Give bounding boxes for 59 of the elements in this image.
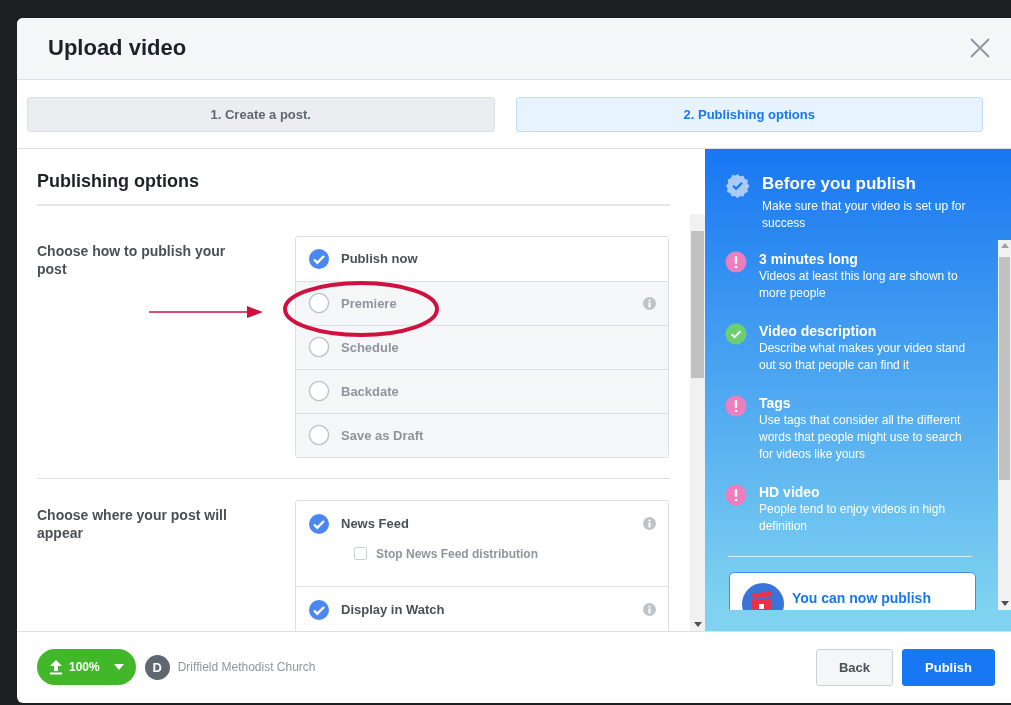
upload-icon: [49, 659, 63, 676]
scroll-down-icon[interactable]: [693, 622, 702, 628]
check-circle-icon[interactable]: [308, 512, 330, 535]
check-circle-icon: [725, 322, 747, 345]
back-button[interactable]: Back: [815, 648, 894, 686]
panel-title: Before you publish: [762, 173, 917, 194]
step-tab[interactable]: 2. Publishing options: [515, 96, 983, 132]
option-label[interactable]: Publish now: [341, 251, 656, 267]
step-tab[interactable]: 1. Create a post.: [27, 96, 495, 132]
check-circle-icon[interactable]: [308, 598, 330, 621]
tip-title: 3 minutes long: [759, 250, 859, 267]
dialog-title: Upload video: [48, 35, 187, 62]
tip-title: Tags: [759, 394, 792, 411]
promo-title: You can now publish: [792, 589, 931, 606]
option-label[interactable]: Save as Draft: [341, 427, 656, 443]
option-label[interactable]: Backdate: [341, 383, 656, 399]
tip-description: Videos at least this long are shown to more people: [759, 267, 959, 302]
placement-option[interactable]: Display in Watch: [341, 602, 445, 618]
scrollbar-thumb[interactable]: [691, 230, 704, 378]
close-button[interactable]: [969, 37, 991, 60]
field-label: Choose how to publish your post: [37, 241, 227, 278]
exclamation-icon: [725, 483, 747, 506]
publish-option[interactable]: Backdate: [296, 368, 668, 413]
panel-subtitle: Make sure that your video is set up for success: [762, 197, 967, 232]
promo-card[interactable]: You can now publish: [729, 571, 976, 610]
scroll-up-icon[interactable]: [1000, 243, 1009, 249]
page-name: Driffield Methodist Church: [177, 660, 317, 675]
field-label: Choose where your post will appear: [37, 505, 228, 542]
page-avatar: D: [144, 654, 170, 680]
scrollbar-thumb[interactable]: [999, 256, 1010, 480]
publish-option[interactable]: Save as Draft: [296, 412, 668, 457]
info-icon[interactable]: [643, 296, 656, 310]
section-heading: Publishing options: [37, 170, 670, 206]
tip-title: Video description: [759, 322, 878, 339]
exclamation-icon: [725, 250, 747, 273]
tip-title: HD video: [759, 483, 821, 500]
info-icon[interactable]: [643, 603, 656, 617]
tip-description: Use tags that consider all the different words that people might use to search for videos like yours: [759, 411, 963, 463]
verified-badge-icon: [725, 172, 750, 198]
placement-option[interactable]: News Feed: [341, 516, 409, 532]
checkbox-label[interactable]: Stop News Feed distribution: [376, 546, 538, 561]
exclamation-icon: [725, 394, 747, 417]
caret-icon: [113, 664, 124, 671]
info-icon[interactable]: [643, 517, 656, 531]
radio-icon[interactable]: [308, 292, 330, 315]
check-circle-icon[interactable]: [308, 247, 330, 270]
tip-description: People tend to enjoy videos in high definition: [759, 500, 947, 535]
option-label[interactable]: Premiere: [341, 295, 632, 311]
radio-icon[interactable]: [308, 424, 330, 447]
tip-description: Describe what makes your video stand out so that people can find it: [759, 339, 967, 374]
checkbox[interactable]: [354, 547, 367, 561]
radio-icon[interactable]: [308, 380, 330, 403]
scroll-down-icon[interactable]: [1000, 601, 1009, 607]
publish-option[interactable]: Premiere: [296, 280, 668, 325]
radio-icon[interactable]: [308, 336, 330, 359]
upload-progress-button[interactable]: 100%: [37, 649, 136, 686]
publish-button[interactable]: Publish: [902, 648, 995, 686]
publish-option[interactable]: Schedule: [296, 324, 668, 369]
option-label[interactable]: Schedule: [341, 339, 656, 355]
